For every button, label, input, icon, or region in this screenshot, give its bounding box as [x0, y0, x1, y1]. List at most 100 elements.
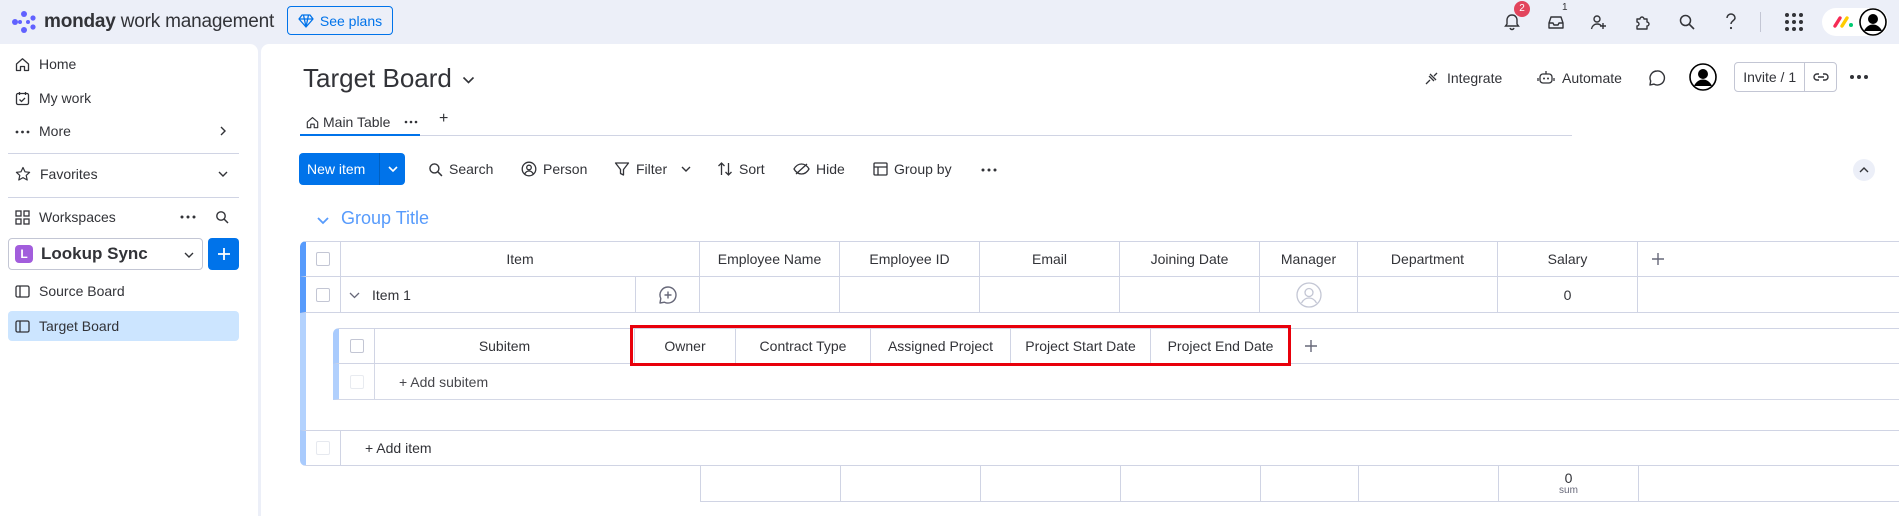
search-button[interactable]: Search — [428, 153, 493, 185]
person-filter-button[interactable]: Person — [521, 153, 587, 185]
top-bar: monday work management See plans 2 1 — [0, 0, 1899, 44]
table-row: Item 1 0 — [300, 277, 1899, 313]
search-icon[interactable] — [215, 210, 229, 224]
monday-logo-icon — [12, 11, 36, 33]
search-icon — [1679, 14, 1695, 30]
see-plans-button[interactable]: See plans — [287, 6, 393, 35]
sidebar-workspaces[interactable]: Workspaces — [8, 202, 239, 232]
sidebar-item-home[interactable]: Home — [8, 49, 239, 79]
integrate-label: Integrate — [1447, 70, 1503, 86]
copy-link-button[interactable] — [1805, 71, 1836, 83]
item-name-cell[interactable]: Item 1 — [341, 277, 635, 312]
sidebar-divider — [8, 153, 239, 154]
chevron-up-icon — [1859, 167, 1869, 173]
row-checkbox[interactable] — [316, 287, 330, 302]
inbox-button[interactable]: 1 — [1543, 2, 1569, 35]
subitem-column-header[interactable]: Subitem — [375, 329, 635, 363]
invite-members-button[interactable] — [1586, 9, 1612, 35]
column-header-employee-id[interactable]: Employee ID — [840, 242, 980, 276]
add-column-button[interactable] — [1638, 242, 1678, 276]
add-subitem-input[interactable]: + Add subitem — [375, 364, 775, 399]
item-name[interactable]: Item 1 — [372, 287, 411, 303]
automate-button[interactable]: Automate — [1537, 62, 1622, 94]
salary-cell[interactable]: 0 — [1498, 277, 1638, 312]
department-cell[interactable] — [1358, 277, 1498, 312]
hide-label: Hide — [816, 161, 845, 177]
group-by-label: Group by — [894, 161, 952, 177]
chevron-down-icon[interactable] — [681, 165, 691, 173]
add-view-button[interactable]: + — [439, 110, 448, 128]
board-member-avatar[interactable] — [1689, 63, 1717, 91]
tab-options-icon[interactable] — [404, 120, 418, 124]
invite-button[interactable]: Invite / 1 — [1735, 69, 1804, 85]
puzzle-icon — [1636, 16, 1650, 30]
employee-id-cell[interactable] — [840, 277, 980, 312]
workspace-options-icon[interactable] — [180, 215, 196, 219]
search-everything-button[interactable] — [1674, 9, 1700, 35]
add-subitem-checkbox — [349, 374, 364, 389]
sort-button[interactable]: Sort — [717, 153, 765, 185]
plus-icon — [1305, 340, 1317, 352]
add-item-row: + Add item — [300, 430, 1899, 466]
tab-main-table[interactable]: Main Table — [300, 110, 420, 136]
collapse-header-button[interactable] — [1853, 159, 1875, 181]
column-header-employee-name[interactable]: Employee Name — [700, 242, 840, 276]
updates-button[interactable] — [1648, 69, 1666, 87]
add-subitem-column-button[interactable] — [1291, 329, 1331, 363]
column-header-joining-date[interactable]: Joining Date — [1120, 242, 1260, 276]
app-switcher-button[interactable] — [1781, 9, 1807, 35]
monday-mark-icon — [1833, 16, 1853, 28]
board-title[interactable]: Target Board — [303, 63, 475, 94]
group-by-button[interactable]: Group by — [873, 153, 952, 185]
column-header-email[interactable]: Email — [980, 242, 1120, 276]
integrate-button[interactable]: Integrate — [1424, 62, 1502, 94]
group-collapse-button[interactable] — [316, 216, 330, 226]
subitems-select-all-cell[interactable] — [339, 329, 375, 363]
toolbar-more-button[interactable] — [981, 168, 997, 172]
column-header-salary[interactable]: Salary — [1498, 242, 1638, 276]
sidebar-item-more[interactable]: More — [8, 116, 239, 146]
account-menu[interactable] — [1822, 8, 1888, 36]
chevron-down-icon[interactable] — [349, 291, 360, 299]
add-workspace-item-button[interactable] — [208, 238, 239, 270]
column-header-department[interactable]: Department — [1358, 242, 1498, 276]
apps-marketplace-button[interactable] — [1630, 9, 1656, 35]
manager-cell[interactable] — [1260, 277, 1358, 312]
salary-summary-cell[interactable]: 0 sum — [1499, 466, 1639, 501]
add-item-input[interactable]: + Add item — [341, 431, 741, 465]
select-all-checkbox-cell[interactable] — [306, 242, 341, 276]
workspace-selector[interactable]: L Lookup Sync — [8, 238, 203, 270]
chevron-down-icon — [317, 217, 329, 225]
group-title[interactable]: Group Title — [341, 208, 429, 229]
inbox-badge: 1 — [1562, 2, 1568, 13]
chevron-down-icon — [387, 166, 398, 173]
add-person-icon — [1590, 15, 1606, 30]
sidebar-board-source[interactable]: Source Board — [8, 276, 239, 306]
row-checkbox-cell[interactable] — [306, 277, 341, 312]
select-all-checkbox[interactable] — [316, 252, 330, 266]
diamond-icon — [298, 13, 314, 28]
employee-name-cell[interactable] — [700, 277, 840, 312]
sidebar-favorites[interactable]: Favorites — [8, 159, 239, 189]
joining-date-cell[interactable] — [1120, 277, 1260, 312]
hide-button[interactable]: Hide — [793, 153, 845, 185]
monday-logo[interactable]: monday work management — [10, 10, 274, 34]
user-avatar-icon — [1859, 8, 1887, 36]
more-dots-icon — [981, 168, 997, 172]
email-cell[interactable] — [980, 277, 1120, 312]
help-button[interactable] — [1718, 9, 1744, 35]
filter-button[interactable]: Filter — [614, 153, 691, 185]
new-item-button[interactable]: New item — [299, 153, 405, 185]
summary-cell — [841, 466, 981, 501]
item-updates-cell[interactable] — [635, 277, 700, 312]
new-item-dropdown[interactable] — [380, 165, 405, 173]
sidebar-item-my-work[interactable]: My work — [8, 83, 239, 113]
workspaces-label: Workspaces — [39, 209, 116, 225]
column-header-manager[interactable]: Manager — [1260, 242, 1358, 276]
column-header-item[interactable]: Item — [341, 242, 700, 276]
subitems-select-all-checkbox[interactable] — [349, 339, 364, 353]
notifications-button[interactable]: 2 — [1499, 1, 1530, 35]
sidebar-board-target[interactable]: Target Board — [8, 311, 239, 341]
summary-cell — [981, 466, 1121, 501]
board-menu-button[interactable] — [1850, 75, 1868, 79]
